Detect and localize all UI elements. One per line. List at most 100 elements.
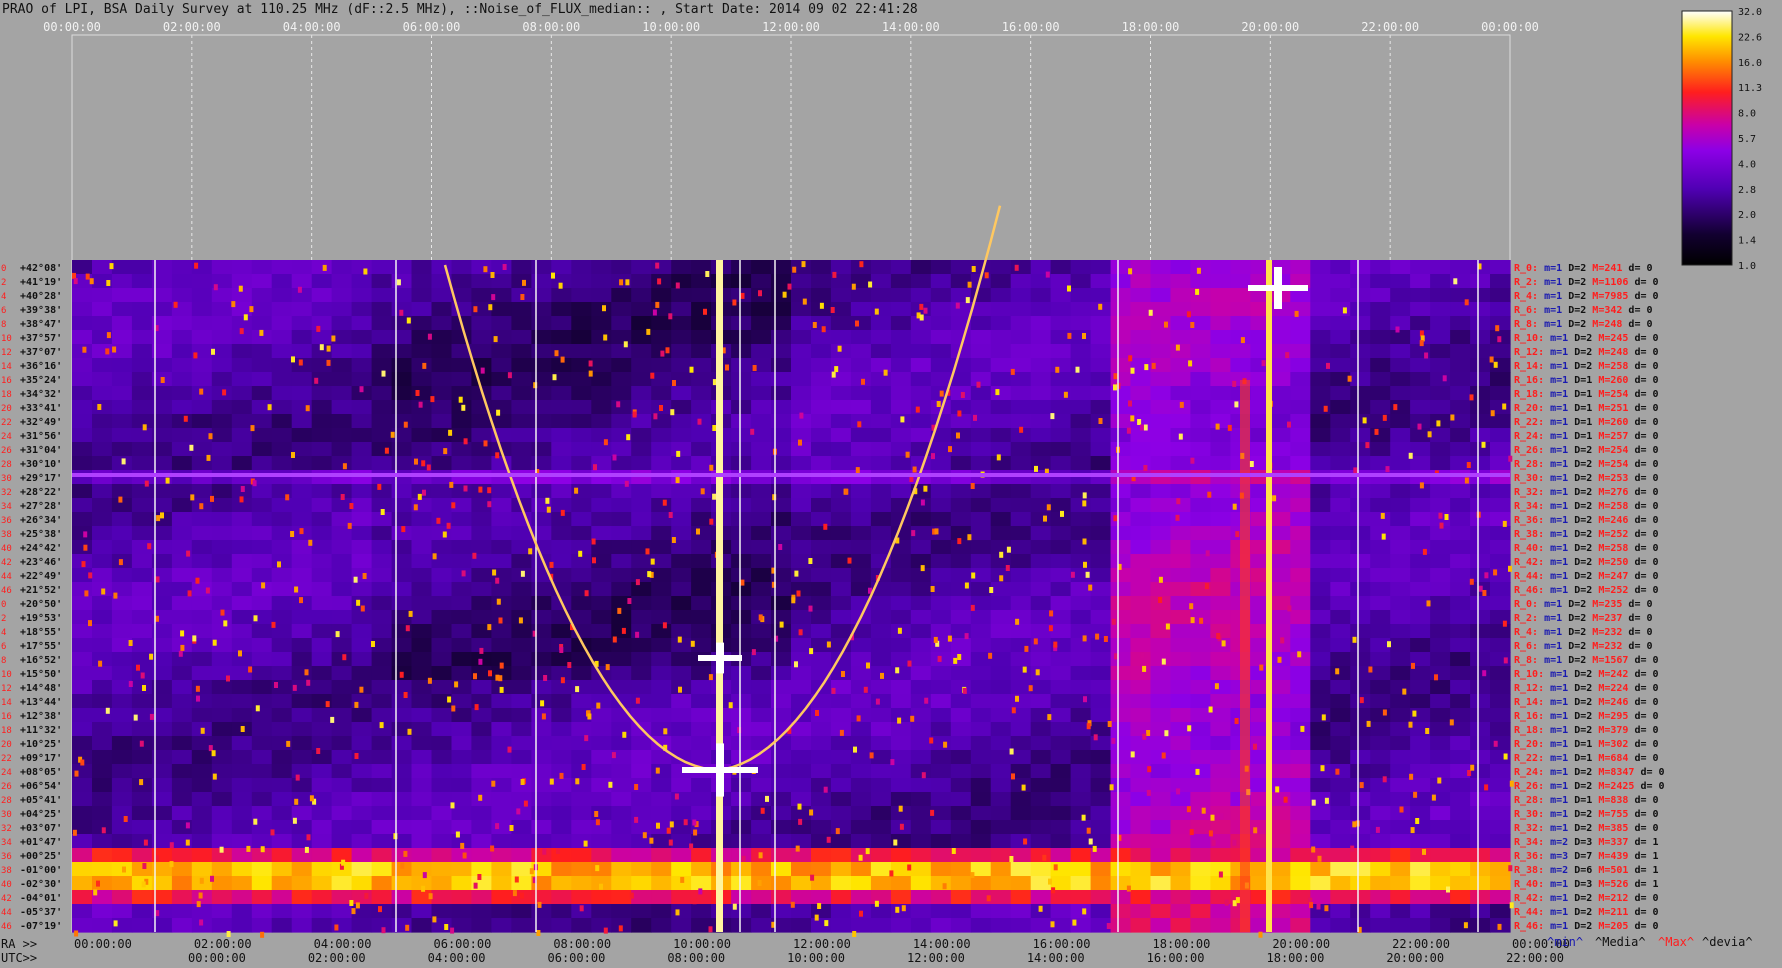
heatmap-cell bbox=[791, 778, 812, 793]
heatmap-cell bbox=[990, 442, 1012, 457]
noise-speckle bbox=[405, 924, 410, 931]
noise-speckle bbox=[479, 647, 484, 654]
heatmap-cell bbox=[511, 316, 532, 331]
noise-speckle bbox=[462, 852, 467, 859]
heatmap-cell bbox=[1330, 876, 1351, 891]
heatmap-cell bbox=[870, 638, 892, 653]
heatmap-cell bbox=[1210, 722, 1231, 737]
heatmap-cell bbox=[331, 806, 353, 821]
noise-speckle bbox=[758, 852, 763, 859]
heatmap-cell bbox=[72, 694, 93, 709]
heatmap-cell bbox=[1010, 820, 1032, 835]
noise-speckle bbox=[898, 805, 903, 812]
heatmap-cell bbox=[990, 848, 1012, 863]
noise-speckle bbox=[186, 550, 191, 557]
heatmap-cell bbox=[850, 680, 872, 695]
heatmap-cell bbox=[271, 750, 293, 765]
heatmap-cell bbox=[791, 288, 812, 303]
heatmap-cell bbox=[870, 764, 892, 779]
heatmap-cell bbox=[411, 764, 433, 779]
footer-legend-label: ^Max^ bbox=[1658, 935, 1694, 949]
heatmap-cell bbox=[651, 330, 672, 345]
heatmap-cell bbox=[850, 470, 872, 485]
heatmap-cell bbox=[1290, 708, 1311, 723]
noise-speckle bbox=[1503, 753, 1508, 760]
heatmap-cell bbox=[371, 442, 393, 457]
heatmap-cell bbox=[391, 358, 413, 373]
heatmap-cell bbox=[870, 288, 892, 303]
heatmap-cell bbox=[1490, 778, 1511, 793]
heatmap-cell bbox=[531, 848, 552, 863]
heatmap-cell bbox=[1130, 862, 1152, 877]
heatmap-cell bbox=[1090, 806, 1112, 821]
heatmap-cell bbox=[1330, 652, 1351, 667]
heatmap-cell bbox=[990, 274, 1012, 289]
heatmap-cell bbox=[611, 890, 632, 905]
heatmap-cell bbox=[671, 512, 692, 527]
heatmap-cell bbox=[1390, 274, 1411, 289]
noise-speckle bbox=[1085, 571, 1090, 578]
noise-speckle bbox=[483, 440, 488, 447]
heatmap-cell bbox=[830, 750, 852, 765]
noise-speckle bbox=[1186, 311, 1191, 318]
row-stats-label: R_22: m=1 D=1 M=684 d= 0 bbox=[1514, 753, 1659, 764]
heatmap-cell bbox=[611, 624, 632, 639]
heatmap-cell bbox=[1150, 470, 1172, 485]
heatmap-cell bbox=[1050, 680, 1072, 695]
noise-speckle bbox=[83, 531, 88, 538]
heatmap-cell bbox=[1010, 540, 1032, 555]
heatmap-cell bbox=[671, 722, 692, 737]
heatmap-cell bbox=[1430, 596, 1451, 611]
heatmap-cell bbox=[191, 288, 213, 303]
noise-speckle bbox=[1324, 797, 1329, 804]
noise-speckle bbox=[1431, 794, 1436, 801]
heatmap-cell bbox=[990, 344, 1012, 359]
heatmap-cell bbox=[1150, 302, 1172, 317]
noise-speckle bbox=[650, 372, 655, 379]
noise-speckle bbox=[1176, 498, 1181, 505]
heatmap-cell bbox=[331, 708, 353, 723]
heatmap-cell bbox=[1070, 386, 1092, 401]
heatmap-cell bbox=[1430, 386, 1451, 401]
heatmap-cell bbox=[631, 358, 652, 373]
heatmap-cell bbox=[1310, 344, 1331, 359]
heatmap-cell bbox=[531, 610, 552, 625]
heatmap-cell bbox=[1270, 428, 1291, 443]
heatmap-cell bbox=[111, 610, 133, 625]
heatmap-cell bbox=[351, 526, 373, 541]
heatmap-cell bbox=[671, 918, 692, 933]
heatmap-cell bbox=[111, 806, 133, 821]
noise-speckle bbox=[1146, 789, 1151, 796]
heatmap-cell bbox=[1450, 568, 1471, 583]
heatmap-cell bbox=[1330, 274, 1351, 289]
heatmap-cell bbox=[311, 736, 333, 751]
heatmap-cell bbox=[1350, 610, 1371, 625]
heatmap-cell bbox=[291, 848, 313, 863]
noise-speckle bbox=[1439, 522, 1444, 529]
heatmap-cell bbox=[411, 596, 433, 611]
heatmap-cell bbox=[950, 736, 972, 751]
heatmap-cell bbox=[211, 400, 233, 415]
heatmap-cell bbox=[870, 330, 892, 345]
noise-speckle bbox=[299, 528, 304, 535]
heatmap-cell bbox=[271, 344, 293, 359]
heatmap-cell bbox=[191, 302, 213, 317]
heatmap-cell bbox=[811, 470, 832, 485]
heatmap-cell bbox=[850, 554, 872, 569]
heatmap-cell bbox=[890, 708, 912, 723]
heatmap-cell bbox=[1190, 386, 1211, 401]
heatmap-cell bbox=[890, 470, 912, 485]
heatmap-cell bbox=[970, 918, 992, 933]
heatmap-cell bbox=[411, 610, 433, 625]
heatmap-cell bbox=[1270, 722, 1291, 737]
heatmap-cell bbox=[1350, 386, 1371, 401]
heatmap-cell bbox=[950, 302, 972, 317]
heatmap-cell bbox=[1370, 260, 1391, 275]
heatmap-cell bbox=[1490, 736, 1511, 751]
heatmap-cell bbox=[950, 862, 972, 877]
heatmap-cell bbox=[511, 274, 532, 289]
heatmap-cell bbox=[591, 288, 612, 303]
noise-speckle bbox=[859, 261, 864, 268]
heatmap-cell bbox=[471, 904, 492, 919]
heatmap-cell bbox=[171, 414, 193, 429]
